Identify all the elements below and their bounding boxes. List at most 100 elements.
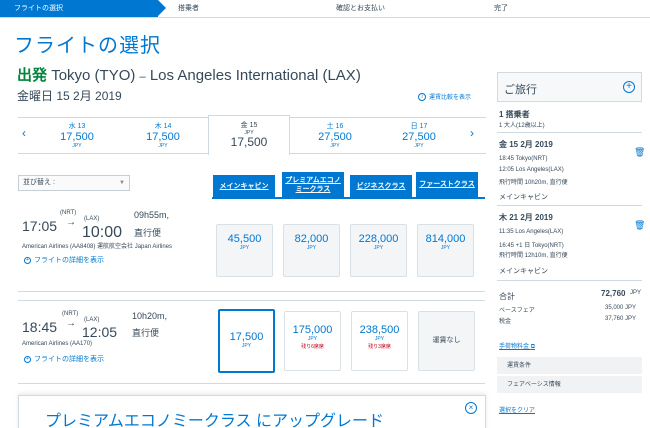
segment-2-arrival: 16:45 +1 日 Tokyo(NRT) xyxy=(499,243,564,249)
cabin-main[interactable]: メインキャビン xyxy=(213,175,275,197)
fare-value: 175,000 xyxy=(292,324,333,336)
fare-premium-economy[interactable]: 175,000 JPY 残り6席席 xyxy=(284,311,341,371)
cabin-first[interactable]: ファーストクラス xyxy=(416,172,478,197)
date-option-14[interactable]: 木 14 17,500 JPY xyxy=(128,118,198,154)
destination: Los Angeles International (LAX) xyxy=(149,67,361,84)
flight-details-link[interactable]: + フライトの詳細を表示 xyxy=(24,354,104,364)
page-title: フライトの選択 xyxy=(14,35,161,57)
seats-left: 残り6席席 xyxy=(301,344,324,350)
route-separator: – xyxy=(139,71,146,83)
date-option-day: 金 15 xyxy=(240,122,258,129)
date-option-price: 27,500 xyxy=(318,131,352,143)
step-complete: 完了 xyxy=(494,5,508,12)
segment-1-flight-time: 飛行時間 10h20m, 直行便 xyxy=(499,180,568,186)
seats-left: 残り3席席 xyxy=(368,344,391,350)
flight-details-link[interactable]: + フライトの詳細を表示 xyxy=(24,255,104,265)
total-label: 合計 xyxy=(499,292,515,301)
segment-1-cabin: メインキャビン xyxy=(499,194,548,201)
date-option-13[interactable]: 水 13 17,500 JPY xyxy=(42,118,112,154)
date-option-price: 17,500 xyxy=(230,135,268,149)
sort-label: 並び替え : xyxy=(23,179,55,186)
clear-selection-link[interactable]: 選択をクリア xyxy=(499,405,535,414)
fare-compare-link[interactable]: i 運賃比較を表示 xyxy=(418,92,472,102)
fare-value: 82,000 xyxy=(294,233,329,245)
step-passengers: 搭乗者 xyxy=(178,5,199,12)
trip-summary-sidebar: ご旅行 + 1 搭乗者 1 大人(12歳以上) 金 15 2月 2019 🗑 1… xyxy=(497,72,645,428)
base-fare-value: 35,000 JPY xyxy=(605,305,637,311)
passengers-detail: 1 大人(12歳以上) xyxy=(499,123,545,129)
arrow-right-icon: → xyxy=(66,217,76,228)
fare-currency: JPY xyxy=(239,245,250,251)
date-carousel: ‹ 水 13 17,500 JPY 木 14 17,500 JPY 金 15 J… xyxy=(18,115,486,155)
divider xyxy=(497,205,642,206)
date-option-price: 17,500 xyxy=(60,131,94,143)
fare-value: 17,500 xyxy=(229,331,264,343)
fare-first-unavailable: 運賃なし xyxy=(418,311,475,371)
fare-value: 45,500 xyxy=(227,233,262,245)
fare-business[interactable]: 228,000 JPY xyxy=(350,224,407,277)
step-payment: 確認とお支払い xyxy=(336,5,385,12)
fare-value: 814,000 xyxy=(425,233,466,245)
date-option-currency: JPY xyxy=(72,143,82,149)
date-option-16[interactable]: 土 16 27,500 JPY xyxy=(300,118,370,154)
fare-main-cabin-selected[interactable]: 17,500 JPY xyxy=(218,309,275,373)
expand-plus-icon[interactable]: + xyxy=(623,81,635,93)
arrival-time: 12:05 xyxy=(82,324,118,340)
arrow-right-icon: → xyxy=(66,318,76,329)
cabin-business[interactable]: ビジネスクラス xyxy=(350,175,412,197)
date-option-currency: JPY xyxy=(414,143,424,149)
segment-2-cabin: メインキャビン xyxy=(499,268,548,275)
date-option-day: 土 16 xyxy=(326,123,344,130)
passengers-title: 1 搭乗者 xyxy=(499,110,530,119)
progress-steps: フライトの選択 搭乗者 確認とお支払い 完了 xyxy=(0,0,650,18)
baggage-fees-link[interactable]: 手荷物料金 ⧉ xyxy=(499,341,535,351)
date-option-currency: JPY xyxy=(158,143,168,149)
fare-compare-label: 運賃比較を表示 xyxy=(429,95,472,101)
cabin-premium-economy[interactable]: プレミアムエコノミークラス xyxy=(282,172,344,197)
fare-main-cabin[interactable]: 45,500 JPY xyxy=(216,224,273,277)
flight-row: (NRT) (LAX) 18:45 → 12:05 10h20m, 直行便 Am… xyxy=(18,300,485,384)
flight-details-label: フライトの詳細を表示 xyxy=(34,356,104,363)
fare-currency: JPY xyxy=(306,245,317,251)
segment-1-date: 金 15 2月 2019 xyxy=(499,140,553,149)
fare-premium-economy[interactable]: 82,000 JPY xyxy=(283,224,340,277)
arrival-time: 10:00 xyxy=(82,224,123,241)
sort-select[interactable]: 並び替え : ▼ xyxy=(18,175,130,191)
segment-2-departure: 11:35 Los Angeles(LAX) xyxy=(499,229,564,235)
fare-business[interactable]: 238,500 JPY 残り3席席 xyxy=(351,311,408,371)
segment-2-date: 木 21 2月 2019 xyxy=(499,213,553,222)
flight-duration: 09h55m, xyxy=(134,210,170,220)
tax-label: 税金 xyxy=(499,319,512,325)
total-currency: JPY xyxy=(630,290,642,296)
prev-date-arrow[interactable]: ‹ xyxy=(22,126,26,140)
date-option-15-selected[interactable]: 金 15 JPY 17,500 xyxy=(208,115,290,155)
trash-icon[interactable]: 🗑 xyxy=(634,220,645,231)
flight-stops: 直行便 xyxy=(134,228,162,238)
flight-duration: 10h20m, xyxy=(132,311,168,321)
fare-basis-item[interactable]: フェアベーシス情報 xyxy=(497,376,642,394)
upgrade-title: プレミアムエコノミークラス にアップグレード xyxy=(45,413,385,428)
chevron-down-icon: ▼ xyxy=(119,180,125,186)
fare-currency: JPY xyxy=(440,245,451,251)
date-option-17[interactable]: 日 17 27,500 JPY xyxy=(384,118,454,154)
total-value: 72,760 xyxy=(601,289,626,298)
departure-airport: (NRT) xyxy=(60,210,77,216)
trip-summary-title: ご旅行 xyxy=(504,84,537,96)
flight-stops: 直行便 xyxy=(132,328,160,338)
airline-info: American Airlines (AA170) xyxy=(22,341,93,347)
trash-icon[interactable]: 🗑 xyxy=(634,147,645,158)
next-date-arrow[interactable]: › xyxy=(470,126,474,140)
divider xyxy=(497,132,642,133)
close-icon[interactable]: × xyxy=(465,402,477,414)
fare-rules-item[interactable]: 運賃条件 xyxy=(497,357,642,375)
date-option-price: 17,500 xyxy=(146,131,180,143)
tax-value: 37,760 JPY xyxy=(605,316,637,322)
base-fare-label: ベースフェア xyxy=(499,308,535,314)
fare-first[interactable]: 814,000 JPY xyxy=(417,224,474,277)
fare-currency: JPY xyxy=(241,343,252,349)
segment-1-arrival: 12:05 Los Angeles(LAX) xyxy=(499,167,564,173)
departure-time: 17:05 xyxy=(22,218,58,234)
departure-label: 出発 xyxy=(17,67,48,84)
divider xyxy=(497,280,642,281)
flight-details-label: フライトの詳細を表示 xyxy=(34,257,104,264)
